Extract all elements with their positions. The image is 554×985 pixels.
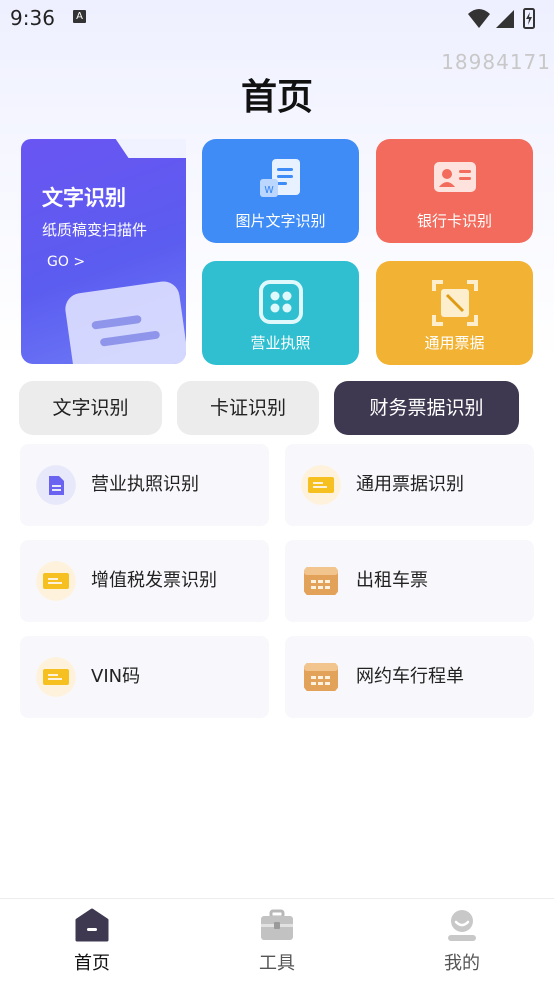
signal-icon [496, 10, 514, 28]
tab-finance-ticket-recognition[interactable]: 财务票据识别 [334, 381, 519, 435]
nav-label: 工具 [259, 953, 295, 974]
list-item-vat-invoice[interactable]: 增值税发票识别 [20, 540, 269, 622]
nav-label: 首页 [74, 953, 110, 974]
card-label: 银行卡识别 [416, 212, 492, 230]
card-label: 图片文字识别 [235, 212, 326, 230]
list-item-label: 网约车行程单 [356, 666, 464, 687]
document-word-icon: w [259, 159, 300, 197]
nav-tools[interactable]: 工具 [217, 899, 337, 985]
status-time: 9:36 [10, 6, 55, 30]
list-item-label: VIN码 [91, 666, 141, 687]
text-recognition-card[interactable]: 文字识别 纸质稿变扫描件 GO > [21, 139, 186, 364]
file-icon [36, 465, 76, 505]
id-card-icon [433, 162, 476, 192]
wifi-icon [468, 9, 490, 28]
status-bar: 9:36 A [0, 0, 554, 40]
folder-illustration [63, 279, 186, 364]
list-item-vin-code[interactable]: VIN码 [20, 636, 269, 718]
bank-card-recognition-card[interactable]: 银行卡识别 [376, 139, 533, 243]
page-title: 首页 [240, 77, 313, 118]
list-item-label: 营业执照识别 [91, 474, 199, 495]
svg-text:w: w [264, 182, 274, 196]
list-item-label: 增值税发票识别 [91, 570, 217, 591]
chevron-right-icon: > [73, 254, 86, 270]
business-license-card[interactable]: 营业执照 [202, 261, 359, 365]
user-icon [448, 910, 476, 941]
card-title: 文字识别 [42, 186, 126, 210]
ticket-icon [301, 465, 341, 505]
notification-a-icon: A [73, 10, 86, 23]
ticket-icon [36, 561, 76, 601]
go-link[interactable]: GO > [47, 254, 85, 270]
ticket-scan-icon [431, 280, 478, 326]
list-item-ride-itinerary[interactable]: 网约车行程单 [285, 636, 534, 718]
ticket-icon [36, 657, 76, 697]
bottom-nav: 首页 工具 我的 [0, 898, 554, 985]
go-label: GO [47, 254, 69, 270]
home-icon [75, 908, 109, 942]
list-item-taxi-ticket[interactable]: 出租车票 [285, 540, 534, 622]
briefcase-icon [261, 909, 293, 940]
card-label: 通用票据 [424, 334, 485, 352]
card-label: 营业执照 [250, 334, 311, 352]
receipt-icon [304, 663, 338, 691]
nav-label: 我的 [444, 953, 480, 974]
list-item-general-ticket[interactable]: 通用票据识别 [285, 444, 534, 526]
nav-home[interactable]: 首页 [32, 899, 152, 985]
receipt-icon [304, 567, 338, 595]
tab-text-recognition[interactable]: 文字识别 [19, 381, 162, 435]
status-indicators [466, 6, 546, 30]
card-subtitle: 纸质稿变扫描件 [42, 221, 148, 239]
folder-tab-decoration [97, 139, 186, 158]
list-item-business-license[interactable]: 营业执照识别 [20, 444, 269, 526]
general-ticket-card[interactable]: 通用票据 [376, 261, 533, 365]
list-item-label: 通用票据识别 [356, 474, 464, 495]
image-text-recognition-card[interactable]: w 图片文字识别 [202, 139, 359, 243]
scan-frame-icon [258, 280, 303, 324]
list-item-label: 出租车票 [356, 570, 428, 591]
tab-card-recognition[interactable]: 卡证识别 [177, 381, 319, 435]
nav-profile[interactable]: 我的 [402, 899, 522, 985]
